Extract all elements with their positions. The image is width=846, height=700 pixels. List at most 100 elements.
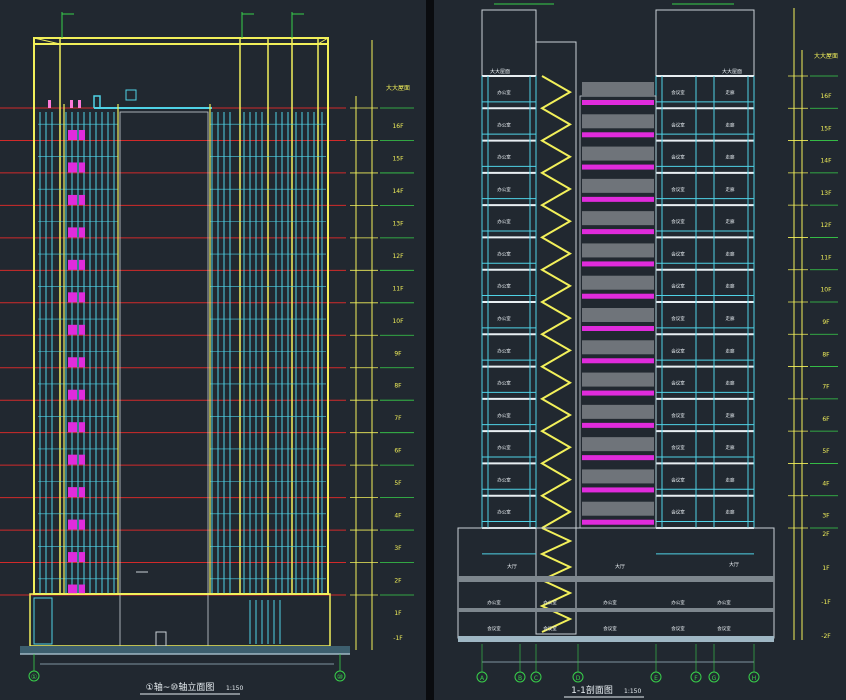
floor-level-label: 11F [392,285,404,292]
floor-level-label: 7F [822,384,830,391]
section-viewport[interactable]: 大大屋面 大大屋面 办公室 会议室 走廊 办公室 会议室 走廊 办公室 会议室 走廊 办公室 会议室 走廊… [434,0,846,700]
room-label: 会议室 [671,412,685,419]
atrium-slab-hatch [582,114,654,129]
room-label: 走廊 [726,154,735,161]
atrium-railing [582,358,654,364]
room-label: 办公室 [497,283,511,290]
room-label: 办公室 [497,218,511,225]
room-label: 会议室 [543,625,557,632]
floor-level-label: 11F [820,254,832,261]
atrium-railing [582,455,654,461]
floor-level-label: 大大屋面 [386,84,410,92]
elevation-viewport[interactable]: 大大屋面 16F 15F 14F 13F 12F 11F 10F 9F 8F 7F 6F 5F 4F 3F 2… [0,0,426,700]
accent-panel [68,130,77,140]
floor-level-label: 9F [822,319,830,326]
drawing-scale: 1:150 [226,685,243,692]
accent-panel [79,584,85,595]
room-label: 会议室 [671,509,685,516]
atrium-slab-hatch [582,437,654,452]
atrium-slab-hatch [582,243,654,258]
atrium-railing [582,390,654,396]
floor-level-label: 9F [394,350,402,357]
foundation-slab [458,636,774,642]
floor-level-label: 10F [820,287,832,294]
floor-level-label: 12F [392,253,404,260]
room-label: 走廊 [726,315,735,322]
atrium-slab-hatch [582,404,654,419]
drawing-title: ①轴~⑩轴立面图 [146,681,215,693]
atrium-railing [582,261,654,267]
floor-level-label: 4F [822,480,830,487]
accent-panel [68,422,77,433]
atrium-railing [582,293,654,299]
room-label: 办公室 [497,89,511,96]
accent-panel [79,324,85,335]
floor-level-label: 16F [820,93,832,100]
floor-level-label: 12F [820,222,832,229]
floor-level-label: 1F [822,565,830,572]
accent-panel [68,552,77,563]
room-label: 办公室 [497,412,511,419]
accent-panel [68,584,77,595]
room-label: 走廊 [726,89,735,96]
floor-level-label: 13F [820,190,832,197]
axis-bubble-label: D [576,675,581,682]
entrance-left [33,597,53,645]
floor-level-label: 13F [392,220,404,227]
atrium-slab-hatch [582,340,654,355]
accent-panel [79,519,85,530]
atrium-slab-hatch [582,82,654,96]
floor-level-label: 14F [392,188,404,195]
atrium-railing [582,132,654,138]
room-label: 办公室 [497,509,511,516]
crown-marker [70,100,73,108]
atrium-slab-hatch [582,275,654,290]
floor-level-label: 6F [822,416,830,423]
room-label: 走廊 [726,509,735,516]
ground-slab [20,646,350,654]
accent-panel [68,487,77,498]
room-label: 会议室 [671,347,685,354]
section-drawing: 大大屋面 大大屋面办公室 会议室 走廊办公室 会议室 走廊办公室 会议室 走廊办公室 会议室 走廊… [457,3,838,698]
floor-level-label: 3F [394,545,402,552]
floor-level-label: 5F [822,448,830,455]
room-label: 办公室 [497,476,511,483]
room-label: 会议室 [487,625,501,632]
accent-panel [79,357,85,368]
axis-bubble-label: B [518,675,522,682]
atrium-slab-hatch [582,469,654,484]
room-label: 办公室 [497,315,511,322]
room-label: 会议室 [671,444,685,451]
room-label: 走廊 [726,412,735,419]
atrium-slab-hatch [582,308,654,322]
room-label: 走廊 [726,186,735,193]
room-label: 会议室 [671,89,685,96]
floor-level-label: 8F [394,383,402,390]
floor-level-label: 7F [394,415,402,422]
crown-marker [78,100,81,108]
accent-panel [79,292,85,303]
floor-level-label: 15F [820,125,832,132]
room-label: 办公室 [497,121,511,128]
atrium-railing [582,100,654,105]
stair-flight [539,75,573,529]
basement-slab [458,608,774,612]
atrium-railing [582,229,654,235]
atrium-railing [582,326,654,331]
atrium-slab-hatch [582,146,654,161]
room-label: 办公室 [717,599,731,606]
room-label: 走廊 [726,380,735,387]
room-label: 办公室 [603,599,617,606]
right-roof-block [655,9,755,77]
room-label: 大大屋面 [722,68,742,75]
floor-level-label: 2F [822,531,830,538]
floor-level-label: 4F [394,513,402,520]
stair-core [535,41,577,635]
accent-panel [68,292,77,303]
accent-panel [79,259,85,270]
room-label: 办公室 [497,154,511,161]
atrium-slab-hatch [582,501,654,516]
room-label: 会议室 [671,380,685,387]
axis-bubble-label: G [712,675,717,682]
room-label: 办公室 [671,599,685,606]
